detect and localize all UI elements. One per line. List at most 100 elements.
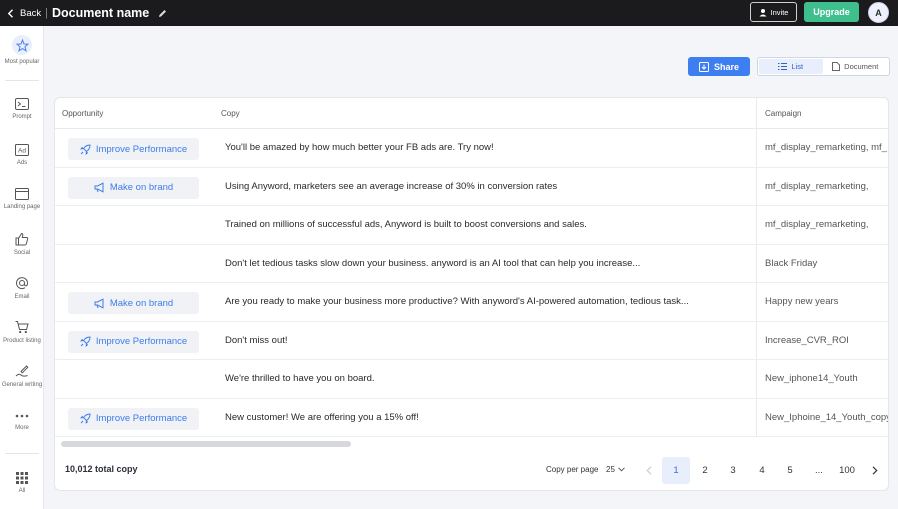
header-campaign[interactable]: Campaign (765, 98, 801, 129)
table-row[interactable]: We're thrilled to have you on board. New… (55, 360, 888, 399)
terminal-icon (15, 98, 29, 110)
view-document-button[interactable]: Document (823, 59, 889, 74)
document-title[interactable]: Document name (52, 6, 149, 20)
table-row[interactable]: Improve Performance New customer! We are… (55, 399, 888, 437)
sidebar-item-more[interactable]: More (0, 411, 44, 431)
per-page-select[interactable]: 25 (606, 465, 625, 474)
campaign-text: mf_display_remarketing, mf_ (765, 142, 887, 153)
sidebar-item-product-listing[interactable]: Product listing (0, 320, 44, 344)
page-button-3[interactable]: 3 (719, 457, 747, 484)
share-button[interactable]: Share (688, 57, 750, 76)
sidebar-item-label: Ads (16, 160, 28, 166)
sidebar-item-label: All (18, 488, 26, 494)
sidebar-item-most-popular[interactable]: Most popular (0, 35, 44, 65)
sidebar-item-label: Email (14, 294, 30, 300)
campaign-text: mf_display_remarketing, (765, 219, 869, 230)
upgrade-button[interactable]: Upgrade (804, 2, 859, 22)
sidebar-item-label: Landing page (3, 204, 41, 210)
opportunity-label: Make on brand (109, 297, 174, 309)
top-bar: Back | Document name Invite Upgrade A (0, 0, 898, 26)
megaphone-icon (94, 297, 104, 309)
opportunity-label: Make on brand (109, 182, 174, 193)
sidebar-item-label: Social (13, 250, 31, 256)
view-document-label: Document (844, 62, 879, 71)
page-button-1[interactable]: 1 (662, 457, 690, 484)
table-row[interactable]: Don't let tedious tasks slow down your b… (55, 245, 888, 283)
avatar[interactable]: A (868, 2, 889, 23)
copy-table-card: Opportunity Copy Campaign Improve Perfor… (54, 97, 889, 491)
improve-performance-button[interactable]: Improve Performance (68, 407, 199, 430)
campaign-text: mf_display_remarketing, (765, 180, 869, 192)
per-page-value: 25 (606, 465, 615, 474)
ad-icon: Ad (15, 144, 29, 156)
invite-button[interactable]: Invite (750, 2, 797, 22)
page-button-2[interactable]: 2 (691, 457, 719, 484)
copy-text: Trained on millions of successful ads, A… (225, 219, 587, 230)
sidebar-item-landing-page[interactable]: Landing page (0, 188, 44, 210)
invite-label: Invite (770, 7, 789, 17)
header-copy[interactable]: Copy (221, 98, 240, 129)
make-on-brand-button[interactable]: Make on brand (68, 176, 199, 199)
pencil-icon (159, 9, 167, 17)
table-row[interactable]: Improve Performance Don't miss out! Incr… (55, 322, 888, 360)
improve-performance-button[interactable]: Improve Performance (68, 138, 199, 160)
next-page-button[interactable] (861, 457, 888, 484)
back-label: Back (20, 7, 42, 19)
pen-icon (15, 365, 29, 377)
view-toggle: List Document (757, 57, 890, 76)
megaphone-icon (94, 182, 104, 193)
back-button[interactable]: Back (7, 8, 41, 19)
copy-text: Using Anyword, marketers see an average … (225, 180, 558, 192)
page-button-5[interactable]: 5 (776, 457, 804, 484)
table-row[interactable]: Trained on millions of successful ads, A… (55, 206, 888, 245)
campaign-text: Black Friday (765, 257, 818, 269)
sidebar-item-label: More (15, 425, 29, 431)
opportunity-label: Improve Performance (95, 413, 188, 424)
sidebar-item-label: General writing (1, 382, 43, 388)
add-user-icon (759, 8, 767, 16)
sidebar-item-social[interactable]: Social (0, 232, 44, 256)
prev-page-button[interactable] (635, 457, 663, 484)
star-icon-wrap (12, 35, 32, 55)
sidebar-item-label: Most popular (4, 59, 40, 65)
share-icon (698, 61, 709, 72)
sidebar-item-general-writing[interactable]: General writing (0, 364, 44, 388)
header-opportunity[interactable]: Opportunity (62, 98, 103, 129)
table-row[interactable]: Make on brand Are you ready to make your… (55, 283, 888, 322)
page-button-4[interactable]: 4 (748, 457, 776, 484)
opportunity-label: Improve Performance (95, 336, 188, 347)
page-ellipsis: ... (815, 465, 823, 476)
sidebar-item-ads[interactable]: Ad Ads (0, 144, 44, 166)
total-count: 10,012 total copy (65, 464, 138, 474)
campaign-text: Happy new years (765, 296, 839, 307)
svg-text:Ad: Ad (18, 148, 26, 155)
table-row[interactable]: Improve Performance You'll be amazed by … (55, 129, 888, 168)
at-sign-icon (16, 277, 29, 290)
rocket-icon (79, 143, 91, 155)
campaign-text: Increase_CVR_ROI (765, 334, 849, 346)
page-button-100[interactable]: 100 (833, 457, 861, 484)
opportunity-label: Improve Performance (95, 143, 188, 155)
rocket-icon (79, 336, 91, 347)
sidebar-item-email[interactable]: Email (0, 276, 44, 300)
per-page-label: Copy per page (546, 465, 599, 474)
copy-text: New customer! We are offering you a 15% … (225, 411, 419, 423)
horizontal-scrollbar[interactable] (61, 441, 351, 447)
campaign-text: New_iphone14_Youth (765, 373, 858, 384)
document-icon (832, 62, 841, 71)
improve-performance-button[interactable]: Improve Performance (68, 330, 199, 353)
cart-icon (15, 321, 29, 334)
copy-text: We're thrilled to have you on board. (225, 373, 375, 384)
copy-text: Don't miss out! (225, 334, 288, 346)
sidebar-item-label: Product listing (3, 338, 41, 344)
sidebar-item-prompt[interactable]: Prompt (0, 98, 44, 120)
thumbs-up-icon (15, 232, 29, 246)
table-row[interactable]: Make on brand Using Anyword, marketers s… (55, 168, 888, 206)
sidebar: Most popular Prompt Ad Ads Landing page … (0, 26, 44, 509)
sidebar-item-all[interactable]: All (0, 472, 44, 494)
copy-text: Don't let tedious tasks slow down your b… (225, 257, 641, 269)
make-on-brand-button[interactable]: Make on brand (68, 292, 199, 314)
edit-title-button[interactable] (158, 9, 167, 18)
view-list-button[interactable]: List (759, 59, 823, 74)
more-dots-icon (15, 414, 29, 418)
